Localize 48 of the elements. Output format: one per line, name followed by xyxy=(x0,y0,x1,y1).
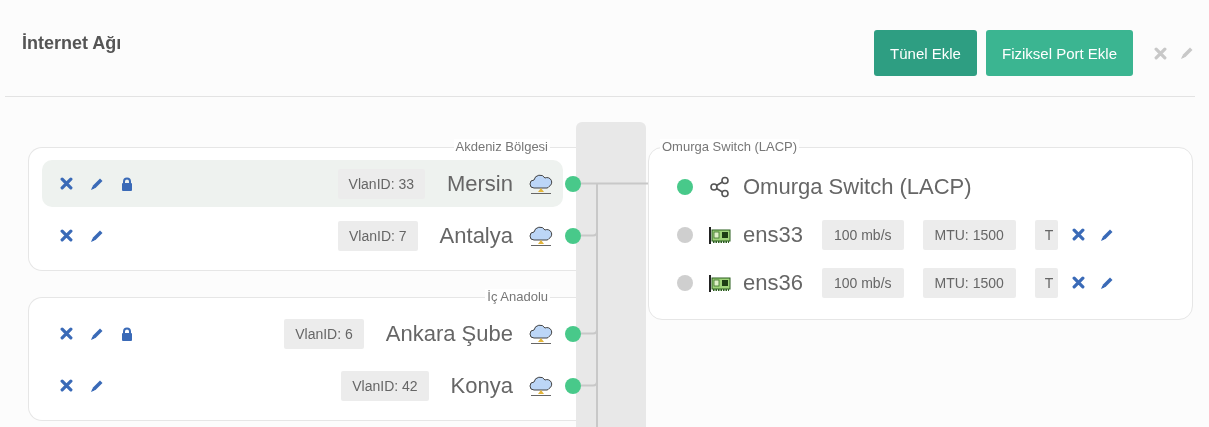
lock-icon[interactable] xyxy=(121,176,133,191)
speed-tag: 100 mb/s xyxy=(821,219,904,250)
mtu-tag: MTU: 1500 xyxy=(922,219,1016,250)
port-name: ens33 xyxy=(743,221,803,248)
close-icon[interactable] xyxy=(60,229,73,242)
connection-dot[interactable] xyxy=(677,226,693,243)
connection-dot[interactable] xyxy=(677,274,693,291)
connection-dot[interactable] xyxy=(565,227,581,244)
port-name: ens36 xyxy=(743,269,803,296)
vlan-id-tag: VlanID: 7 xyxy=(338,220,418,251)
port-tag: T xyxy=(1034,219,1059,250)
close-icon[interactable] xyxy=(60,327,73,340)
panel-title: Omurga Switch (LACP) xyxy=(660,139,800,154)
port-tag: T xyxy=(1034,267,1059,298)
page-title: İnternet Ağı xyxy=(22,33,123,54)
network-row[interactable]: VlanID: 33 Mersin xyxy=(42,160,563,207)
group-title: Akdeniz Bölgesi xyxy=(453,139,550,154)
cloud-icon xyxy=(529,374,553,397)
close-icon[interactable] xyxy=(60,379,73,392)
share-icon xyxy=(709,175,731,198)
network-row[interactable]: VlanID: 6 Ankara Şube xyxy=(42,310,563,357)
vlan-id-tag: VlanID: 33 xyxy=(337,168,425,199)
connection-dot[interactable] xyxy=(565,377,581,394)
vlan-id-tag: VlanID: 6 xyxy=(284,318,364,349)
close-icon[interactable] xyxy=(60,177,73,190)
connection-dot[interactable] xyxy=(565,175,581,192)
speed-tag: 100 mb/s xyxy=(821,267,904,298)
close-icon[interactable] xyxy=(1072,228,1086,241)
lock-icon[interactable] xyxy=(121,326,133,341)
add-button[interactable]: Tünel Ekle xyxy=(874,30,977,76)
network-card-icon xyxy=(709,272,731,293)
network-name: Antalya xyxy=(439,222,513,249)
group-title: İç Anadolu xyxy=(485,289,550,304)
network-card-icon xyxy=(709,224,731,245)
connection-dot[interactable] xyxy=(565,325,581,342)
network-name: Konya xyxy=(450,372,513,399)
switch-name: Omurga Switch (LACP) xyxy=(743,173,972,200)
network-row[interactable]: VlanID: 42 Konya xyxy=(42,362,563,409)
network-name: Ankara Şube xyxy=(385,320,513,347)
vlan-id-tag: VlanID: 42 xyxy=(341,370,429,401)
cloud-icon xyxy=(529,172,553,195)
close-icon[interactable] xyxy=(1072,276,1086,289)
cloud-icon xyxy=(529,322,553,345)
connection-dot[interactable] xyxy=(677,178,693,195)
network-name: Mersin xyxy=(447,170,513,197)
network-row[interactable]: VlanID: 7 Antalya xyxy=(42,212,563,259)
cloud-icon xyxy=(529,224,553,247)
mtu-tag: MTU: 1500 xyxy=(922,267,1016,298)
